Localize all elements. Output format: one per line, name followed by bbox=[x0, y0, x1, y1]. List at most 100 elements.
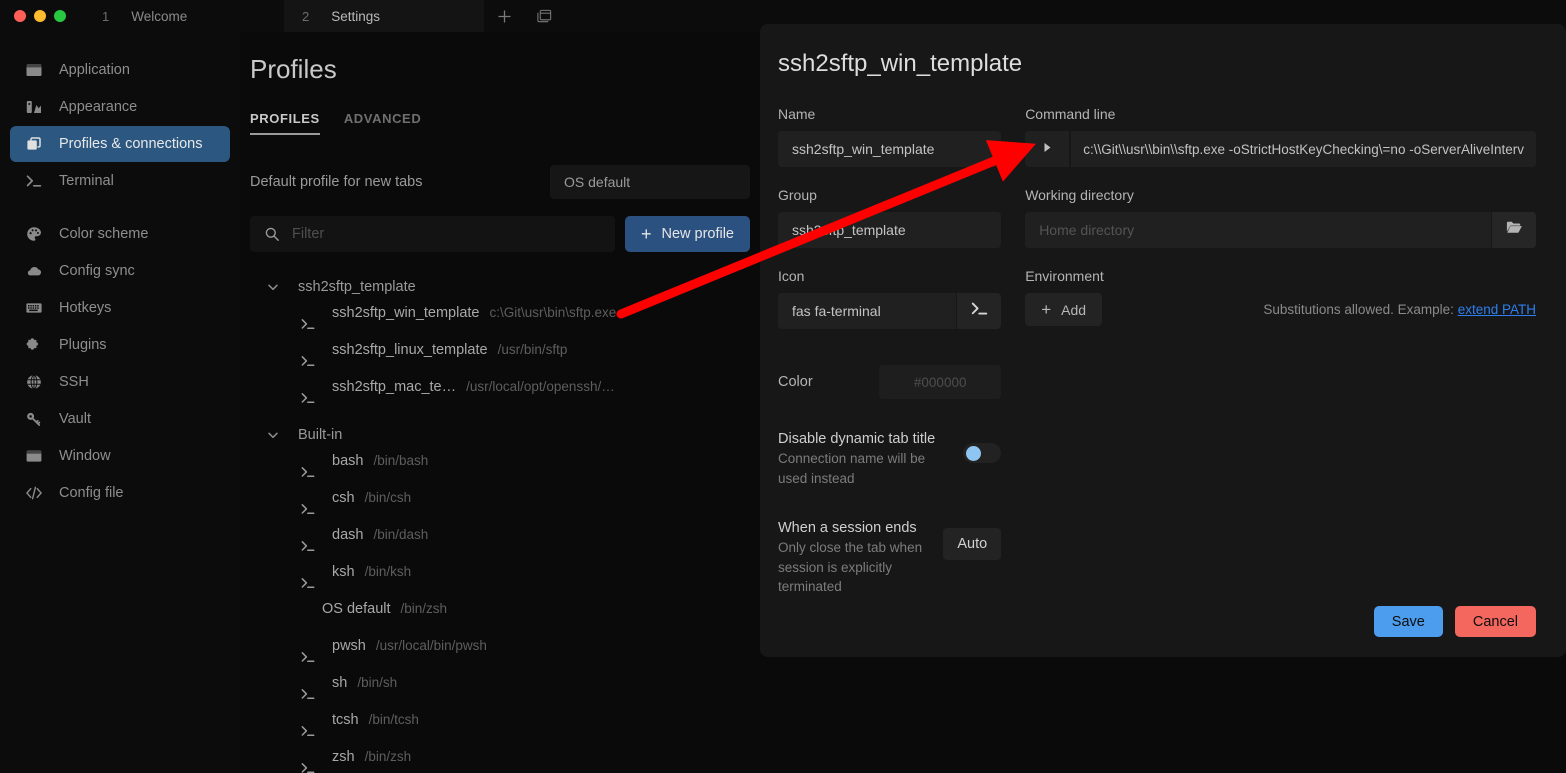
profile-name: ssh2sftp_mac_te… bbox=[332, 379, 457, 395]
profile-row-zsh[interactable]: zsh /bin/zsh bbox=[250, 749, 760, 773]
profile-form-right-column: Command line c:\\Git\\usr\\bin\\sftp.exe… bbox=[1025, 106, 1536, 597]
environment-hint: Substitutions allowed. Example: extend P… bbox=[1102, 302, 1536, 317]
color-field-row: Color #000000 bbox=[778, 365, 1002, 399]
icon-field-group: Icon fas fa-terminal bbox=[778, 268, 1002, 329]
close-window-icon[interactable] bbox=[14, 10, 26, 22]
profile-row-ssh2sftp-win-template[interactable]: ssh2sftp_win_template c:\Git\usr\bin\sft… bbox=[250, 305, 760, 342]
sidebar-item-vault[interactable]: Vault bbox=[10, 401, 230, 437]
tab-number: 1 bbox=[102, 8, 110, 24]
profile-row-ksh[interactable]: ksh /bin/ksh bbox=[250, 564, 760, 601]
sidebar-item-label: Application bbox=[59, 62, 130, 78]
profile-row-dash[interactable]: dash /bin/dash bbox=[250, 527, 760, 564]
terminal-icon bbox=[300, 464, 322, 480]
sidebar-item-ssh[interactable]: SSH bbox=[10, 364, 230, 400]
chevron-down-icon bbox=[266, 280, 282, 294]
profile-name: pwsh bbox=[332, 638, 366, 654]
disable-dynamic-tab-title-toggle[interactable] bbox=[963, 443, 1002, 463]
tab-profiles[interactable]: PROFILES bbox=[250, 111, 320, 135]
profile-row-tcsh[interactable]: tcsh /bin/tcsh bbox=[250, 712, 760, 749]
tree-group-ssh2sftp-template[interactable]: ssh2sftp_template bbox=[250, 268, 760, 305]
name-input[interactable]: ssh2sftp_win_template bbox=[778, 131, 1002, 167]
profile-row-pwsh[interactable]: pwsh /usr/local/bin/pwsh bbox=[250, 638, 760, 675]
sidebar-item-config-sync[interactable]: Config sync bbox=[10, 253, 230, 289]
working-directory-field-group: Working directory Home directory bbox=[1025, 187, 1536, 248]
sidebar-item-plugins[interactable]: Plugins bbox=[10, 327, 230, 363]
sidebar-item-label: Hotkeys bbox=[59, 300, 112, 316]
session-ends-label: When a session ends bbox=[778, 520, 917, 537]
sidebar-item-profiles-and-connections[interactable]: Profiles & connections bbox=[10, 126, 230, 162]
profile-path: /usr/local/bin/pwsh bbox=[375, 638, 487, 653]
tab-number: 2 bbox=[302, 8, 310, 24]
command-line-input[interactable]: c:\\Git\\usr\\bin\\sftp.exe -oStrictHost… bbox=[1071, 131, 1536, 167]
color-input[interactable]: #000000 bbox=[879, 365, 1002, 399]
folder-open-icon bbox=[1505, 218, 1524, 242]
maximize-window-icon[interactable] bbox=[54, 10, 66, 22]
terminal-icon bbox=[24, 172, 43, 191]
environment-add-button[interactable]: + Add bbox=[1025, 293, 1103, 326]
search-input[interactable]: Filter bbox=[250, 216, 615, 252]
chevron-down-icon bbox=[266, 428, 282, 442]
sidebar-item-label: Appearance bbox=[59, 99, 138, 115]
sidebar-item-application[interactable]: Application bbox=[10, 52, 230, 88]
icon-preview-button[interactable] bbox=[957, 293, 1002, 329]
toggle-panes-button[interactable] bbox=[524, 0, 564, 32]
terminal-icon bbox=[300, 760, 322, 773]
group-input[interactable]: ssh2sftp_template bbox=[778, 212, 1002, 248]
terminal-icon bbox=[300, 316, 322, 332]
profile-path: /bin/ksh bbox=[364, 564, 412, 579]
profile-row-os-default[interactable]: OS default /bin/zsh bbox=[250, 601, 760, 638]
save-button[interactable]: Save bbox=[1373, 606, 1443, 637]
sidebar-item-appearance[interactable]: Appearance bbox=[10, 89, 230, 125]
profile-edit-panel: ssh2sftp_win_template Name ssh2sftp_win_… bbox=[760, 24, 1566, 657]
session-ends-row: When a session ends Only close the tab w… bbox=[778, 520, 1002, 597]
sidebar-item-terminal[interactable]: Terminal bbox=[10, 163, 230, 199]
profile-path: /usr/bin/sftp bbox=[497, 342, 568, 357]
profiles-icon bbox=[24, 135, 43, 154]
code-icon bbox=[24, 484, 43, 503]
profile-row-ssh2sftp-linux-template[interactable]: ssh2sftp_linux_template /usr/bin/sftp bbox=[250, 342, 760, 379]
extend-path-link[interactable]: extend PATH bbox=[1458, 302, 1536, 317]
disable-dynamic-tab-title-row: Disable dynamic tab title Connection nam… bbox=[778, 431, 1002, 488]
sidebar-item-window[interactable]: Window bbox=[10, 438, 230, 474]
new-tab-button[interactable] bbox=[484, 0, 524, 32]
terminal-icon bbox=[970, 299, 989, 323]
sidebar-item-color-scheme[interactable]: Color scheme bbox=[10, 216, 230, 252]
profile-row-csh[interactable]: csh /bin/csh bbox=[250, 490, 760, 527]
default-profile-row: Default profile for new tabs OS default bbox=[250, 165, 750, 199]
sidebar-item-label: Plugins bbox=[59, 337, 107, 353]
icon-input[interactable]: fas fa-terminal bbox=[778, 293, 957, 329]
new-profile-button[interactable]: + New profile bbox=[624, 216, 750, 252]
profile-name: OS default bbox=[322, 601, 391, 617]
settings-sidebar: Application Appearance Profiles & connec… bbox=[0, 32, 240, 773]
working-directory-input[interactable]: Home directory bbox=[1025, 212, 1491, 248]
session-ends-select[interactable]: Auto bbox=[943, 528, 1002, 561]
working-directory-label: Working directory bbox=[1025, 187, 1134, 203]
command-line-expand-button[interactable] bbox=[1025, 131, 1070, 167]
environment-field-group: Environment + Add Substitutions allowed.… bbox=[1025, 268, 1536, 326]
minimize-window-icon[interactable] bbox=[34, 10, 46, 22]
puzzle-icon bbox=[24, 336, 43, 355]
profile-row-sh[interactable]: sh /bin/sh bbox=[250, 675, 760, 712]
command-line-label: Command line bbox=[1025, 106, 1116, 122]
window-split-icon bbox=[536, 9, 551, 22]
tree-group-built-in[interactable]: Built-in bbox=[250, 416, 760, 453]
profile-row-ssh2sftp-mac-template[interactable]: ssh2sftp_mac_te… /usr/local/opt/openssh/… bbox=[250, 379, 760, 416]
sidebar-item-hotkeys[interactable]: Hotkeys bbox=[10, 290, 230, 326]
cancel-button[interactable]: Cancel bbox=[1454, 606, 1536, 637]
group-label: Group bbox=[778, 187, 817, 203]
tab-label: Settings bbox=[331, 8, 381, 24]
profile-name: tcsh bbox=[332, 712, 359, 728]
default-profile-select[interactable]: OS default bbox=[550, 165, 750, 199]
profile-name: dash bbox=[332, 527, 364, 543]
sidebar-item-config-file[interactable]: Config file bbox=[10, 475, 230, 511]
working-directory-browse-button[interactable] bbox=[1492, 212, 1536, 248]
name-label: Name bbox=[778, 106, 816, 122]
profile-tree: ssh2sftp_template ssh2sftp_win_template … bbox=[250, 268, 760, 773]
tab-label: Welcome bbox=[131, 8, 188, 24]
tab-welcome[interactable]: 1 Welcome bbox=[84, 0, 284, 32]
tab-settings[interactable]: 2 Settings bbox=[284, 0, 484, 32]
profile-path: /bin/csh bbox=[364, 490, 412, 505]
tab-advanced[interactable]: ADVANCED bbox=[344, 111, 422, 135]
profile-row-bash[interactable]: bash /bin/bash bbox=[250, 453, 760, 490]
search-icon bbox=[264, 226, 280, 242]
